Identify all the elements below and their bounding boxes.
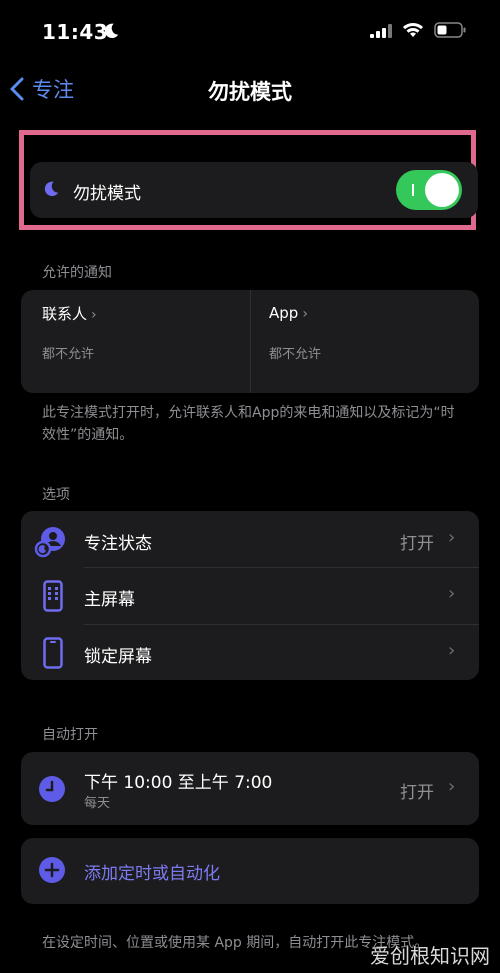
options-header: 选项: [42, 487, 70, 503]
dnd-label: 勿扰模式: [73, 184, 141, 204]
lock-screen-label: 锁定屏幕: [84, 647, 152, 667]
page-title: 勿扰模式: [208, 80, 292, 104]
chevron-right-icon: ›: [448, 640, 456, 661]
apps-title: App: [269, 304, 299, 322]
add-icon: [38, 856, 66, 888]
focus-status-label: 专注状态: [84, 534, 152, 554]
moon-icon: [42, 180, 60, 202]
focus-status-value: 打开: [400, 534, 434, 554]
status-icons: [370, 22, 466, 42]
home-screen-label: 主屏幕: [84, 590, 135, 610]
allowed-divider: [250, 290, 251, 393]
contacts-value: 都不允许: [42, 347, 95, 362]
toggle-on-indicator: [412, 184, 414, 196]
chevron-right-icon: ›: [448, 583, 456, 604]
add-schedule-label: 添加定时或自动化: [84, 864, 220, 884]
allowed-header: 允许的通知: [42, 265, 112, 281]
chevron-right-icon: ›: [302, 306, 308, 322]
contacts-cell[interactable]: 联系人 ›: [42, 303, 97, 324]
focus-moon-icon: [102, 22, 120, 44]
schedule-repeat: 每天: [84, 796, 111, 811]
status-time: 11:43: [42, 20, 109, 44]
battery-icon: [434, 22, 466, 42]
apps-value: 都不允许: [269, 347, 322, 362]
auto-header: 自动打开: [42, 727, 98, 743]
cellular-signal-icon: [370, 23, 392, 42]
toggle-knob: [425, 173, 459, 207]
chevron-right-icon: ›: [448, 776, 456, 797]
schedule-time: 下午 10:00 至上午 7:00: [84, 773, 273, 793]
contacts-title: 联系人: [42, 305, 88, 323]
allowed-description: 此专注模式打开时，允许联系人和App的来电和通知以及标记为“时效性”的通知。: [42, 405, 455, 443]
apps-cell[interactable]: App ›: [269, 303, 308, 322]
schedule-value: 打开: [400, 783, 434, 803]
clock-icon: [38, 775, 66, 807]
watermark: 爱创根知识网: [370, 944, 490, 968]
chevron-right-icon: ›: [448, 527, 456, 548]
wifi-icon: [402, 22, 424, 42]
chevron-right-icon: ›: [91, 307, 97, 323]
dnd-toggle[interactable]: [396, 170, 462, 210]
